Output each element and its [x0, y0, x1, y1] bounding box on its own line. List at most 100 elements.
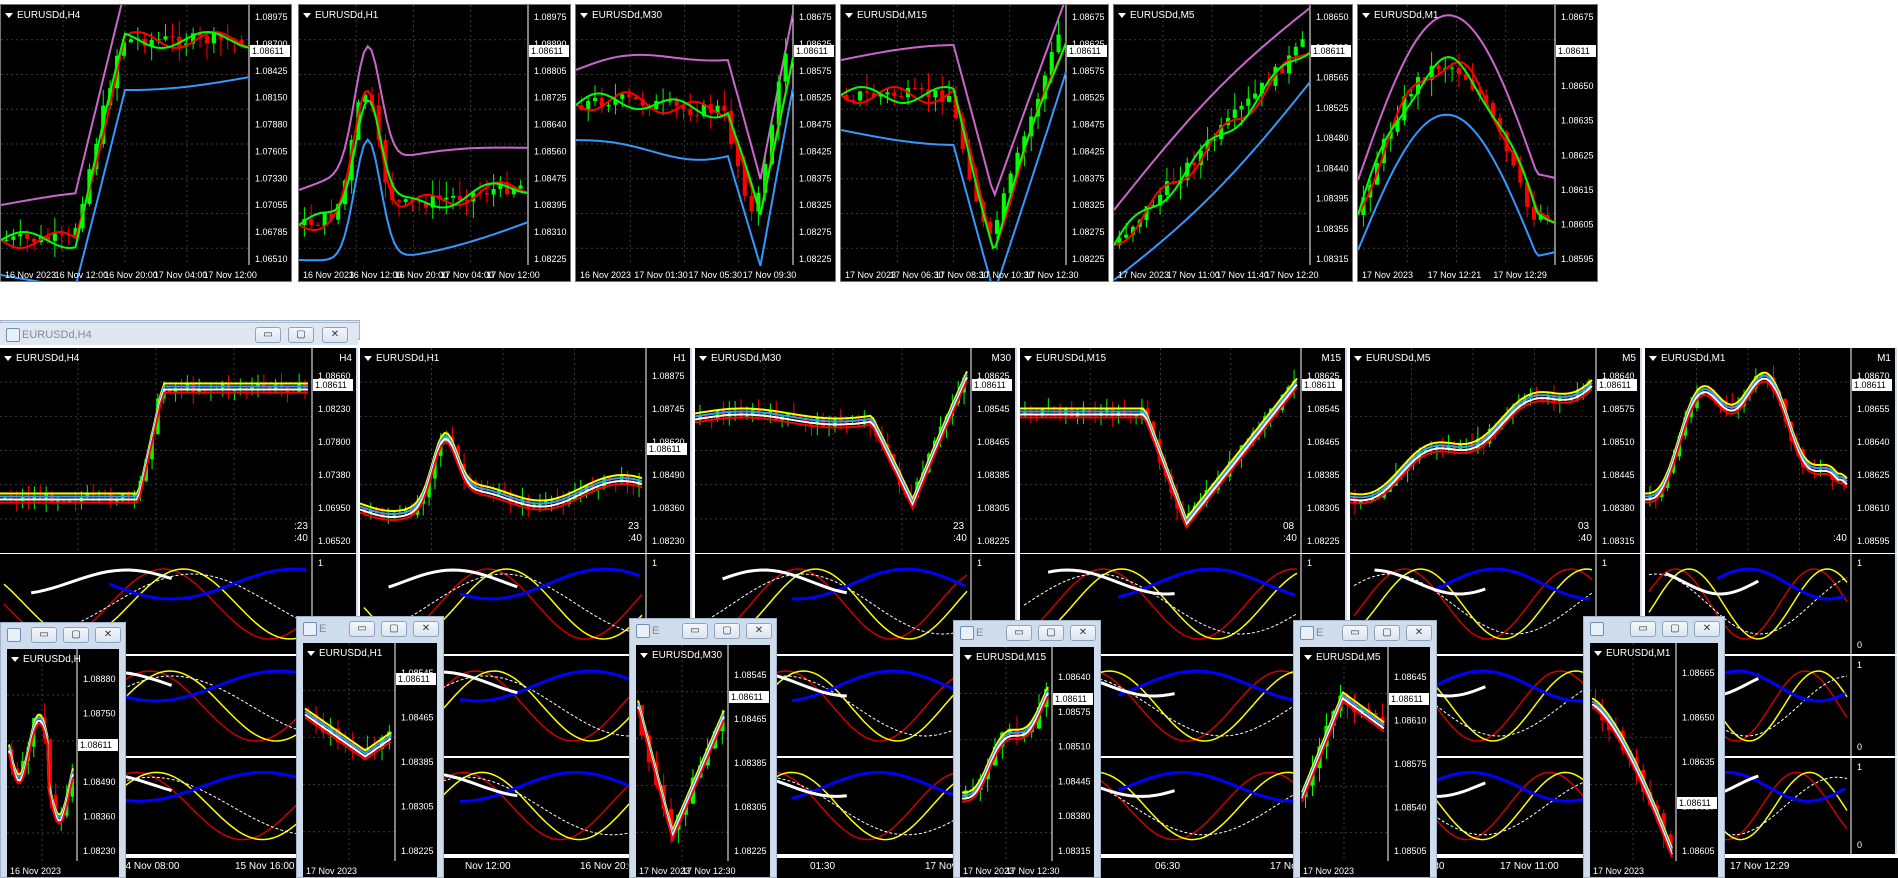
window-minimize-button[interactable]: ▭ [255, 327, 281, 343]
time-tick-label: 17 Nov 11:00 [1167, 270, 1220, 280]
middle-chart-3[interactable]: 1.08625 1.08545 1.08465 1.08385 1.08305 1.082… [695, 348, 1017, 553]
middle-chart-4[interactable]: 1.08625 1.08545 1.08465 1.08385 1.08305 1.082… [1020, 348, 1347, 553]
price-candles [698, 374, 966, 502]
chart-menu-icon[interactable] [845, 13, 853, 18]
chart-menu-icon[interactable] [307, 651, 315, 656]
price-tick-label: 1.08605 [1682, 846, 1715, 856]
chart-menu-icon[interactable] [1354, 356, 1362, 361]
window-close-button[interactable]: ✕ [746, 623, 772, 639]
floating-chart-window-6[interactable]: ▭ ▢ ✕ 1.086651.086501.086351.086201.086051.… [1583, 616, 1725, 878]
chart-menu-icon[interactable] [1362, 13, 1370, 18]
chart-title[interactable]: EURUSDd,H4 [5, 10, 80, 21]
chart-menu-icon[interactable] [964, 655, 972, 660]
chart-menu-icon[interactable] [1649, 356, 1657, 361]
window-minimize-button[interactable]: ▭ [31, 627, 57, 643]
window-minimize-button[interactable]: ▭ [349, 621, 375, 637]
window-close-button[interactable]: ✕ [95, 627, 121, 643]
time-tick-label: 17 Nov 11:00 [1500, 861, 1559, 872]
floating-chart-window-5[interactable]: E ▭ ▢ ✕ 1.08645 1.08610 1.08575 1.08540 1.08505 1… [1293, 620, 1437, 878]
window-minimize-button[interactable]: ▭ [682, 623, 708, 639]
window-chart-body[interactable]: 1.085451.084651.083851.083051.082251.086… [636, 645, 770, 877]
chart-menu-icon[interactable] [1118, 13, 1126, 18]
window-titlebar[interactable]: E ▭ ▢ ✕ [297, 617, 443, 641]
chart-menu-icon[interactable] [5, 13, 13, 18]
chart-menu-icon[interactable] [11, 657, 19, 662]
top-chart-5[interactable]: 1.086501.086101.085651.085251.084801.084… [1113, 4, 1353, 282]
floating-chart-window-4[interactable]: E ▭ ▢ ✕ 1.08640 1.08575 1.08510 1.08445 1.08380 1… [953, 620, 1101, 878]
chart-menu-icon[interactable] [640, 653, 648, 658]
chart-title[interactable]: EURUSDd,M1 [1649, 353, 1725, 364]
window-chart-body[interactable]: 1.08645 1.08610 1.08575 1.08540 1.08505 1.086… [1300, 647, 1430, 877]
window-maximize-button[interactable]: ▢ [1038, 625, 1064, 641]
floating-chart-window-3[interactable]: E ▭ ▢ ✕ 1.08545 1.08465 1.08385 1.08305 1.08225 1… [629, 618, 777, 878]
chart-title[interactable]: EURUSDd,M5 [1304, 652, 1380, 663]
chart-title[interactable]: EURUSDd,H1 [303, 10, 378, 21]
chart-title[interactable]: EURUSDd,M5 [1354, 353, 1430, 364]
price-tick-label: 1.08440 [1316, 163, 1349, 173]
floating-chart-window-2[interactable]: E▭▢✕1.085451.084651.083851.083051.082251… [296, 616, 444, 878]
price-tick-label: 1.08725 [534, 93, 567, 103]
window-minimize-button[interactable]: ▭ [1006, 625, 1032, 641]
middle-chart-2[interactable]: 1.08875 1.08745 1.08620 1.08490 1.08360 1.082… [360, 348, 692, 553]
window-chart-body[interactable]: 1.08640 1.08575 1.08510 1.08445 1.08380 1.083… [960, 647, 1094, 877]
top-chart-4[interactable]: 1.08675 1.08625 1.08575 1.08525 1.08475 1.084… [840, 4, 1109, 282]
chart-menu-icon[interactable] [364, 356, 372, 361]
chart-title[interactable]: EURUSDd,H1 [364, 353, 439, 364]
middle-chart-1[interactable]: 1.08660 1.08230 1.07800 1.07380 1.06950 1.065… [0, 348, 358, 553]
window-close-button[interactable]: ✕ [322, 327, 348, 343]
window-maximize-button[interactable]: ▢ [381, 621, 407, 637]
window-maximize-button[interactable]: ▢ [1662, 621, 1688, 637]
window-close-button[interactable]: ✕ [1694, 621, 1720, 637]
middle-chart-5[interactable]: 1.08640 1.08575 1.08510 1.08445 1.08380 1.083… [1350, 348, 1642, 553]
window-maximize-button[interactable]: ▢ [288, 327, 314, 343]
osc-level-top: 1 [977, 558, 982, 568]
window-minimize-button[interactable]: ▭ [1342, 625, 1368, 641]
window-close-button[interactable]: ✕ [413, 621, 439, 637]
current-price-label: 1.08611 [649, 444, 681, 454]
chart-title[interactable]: EURUSDd,M1 [1594, 648, 1670, 659]
chart-menu-icon[interactable] [699, 356, 707, 361]
chart-menu-icon[interactable] [1594, 651, 1602, 656]
chart-title[interactable]: EURUSDd,H4 [4, 353, 79, 364]
time-tick-label: 17 Nov 12:00 [203, 270, 257, 280]
chart-menu-icon[interactable] [4, 356, 12, 361]
chart-title[interactable]: EURUSDd,M15 [1024, 353, 1106, 364]
chart-title[interactable]: EURUSDd,M30 [580, 10, 662, 21]
top-chart-2[interactable]: 1.08975 1.08890 1.08805 1.08725 1.08640 1.085… [298, 4, 571, 282]
window-titlebar[interactable]: ▭ ▢ ✕ [1584, 617, 1724, 641]
top-chart-3[interactable]: 1.08675 1.08625 1.08575 1.08525 1.08475 1.084… [575, 4, 836, 282]
window-titlebar[interactable]: E ▭ ▢ ✕ [954, 621, 1100, 645]
price-tick-label: 1.08640 [1857, 437, 1890, 447]
chart-menu-icon[interactable] [1024, 356, 1032, 361]
price-tick-label: 1.08595 [1561, 254, 1594, 264]
chart-menu-icon[interactable] [303, 13, 311, 18]
window-close-button[interactable]: ✕ [1406, 625, 1432, 641]
window-titlebar[interactable]: E ▭ ▢ ✕ [630, 619, 776, 643]
floating-chart-window-1[interactable]: ▭ ▢ ✕ 1.088801.087501.086201.084901.083601.… [0, 622, 126, 878]
chart-title[interactable]: EURUSDd,M30 [699, 353, 781, 364]
chart-title[interactable]: EURUSDd,M1 [1362, 10, 1438, 21]
window-maximize-button[interactable]: ▢ [63, 627, 89, 643]
window-chart-body[interactable]: 1.088801.087501.086201.084901.083601.082… [7, 649, 119, 877]
window-chart-body[interactable]: 1.085451.084651.083851.083051.082251.086… [303, 643, 437, 877]
window-maximize-button[interactable]: ▢ [714, 623, 740, 639]
middle-chart-6[interactable]: 1.08670 1.08655 1.08640 1.08625 1.08610 1.085… [1645, 348, 1897, 553]
chart-title[interactable]: EURUSDd,H [11, 654, 81, 665]
chart-menu-icon[interactable] [580, 13, 588, 18]
top-chart-1[interactable]: 1.08975 1.08700 1.08425 1.08150 1.07880 1.076… [0, 4, 292, 282]
window-minimize-button[interactable]: ▭ [1630, 621, 1656, 637]
top-chart-6[interactable]: 1.086751.086651.086501.086351.086251.086… [1357, 4, 1598, 282]
window-titlebar[interactable]: EURUSDd,H4 ▭ ▢ ✕ [0, 322, 358, 345]
chart-title[interactable]: EURUSDd,M15 [845, 10, 927, 21]
window-maximize-button[interactable]: ▢ [1374, 625, 1400, 641]
chart-menu-icon[interactable] [1304, 655, 1312, 660]
window-close-button[interactable]: ✕ [1070, 625, 1096, 641]
chart-title[interactable]: EURUSDd,M30 [640, 650, 722, 661]
current-price-label: 1.08611 [1391, 694, 1423, 704]
window-chart-body[interactable]: 1.086651.086501.086351.086201.086051.086… [1590, 643, 1718, 877]
chart-title[interactable]: EURUSDd,M15 [964, 652, 1046, 663]
window-titlebar[interactable]: ▭ ▢ ✕ [1, 623, 125, 647]
window-titlebar[interactable]: E ▭ ▢ ✕ [1294, 621, 1436, 645]
chart-title[interactable]: EURUSDd,M5 [1118, 10, 1194, 21]
chart-title[interactable]: EURUSDd,H1 [307, 648, 382, 659]
